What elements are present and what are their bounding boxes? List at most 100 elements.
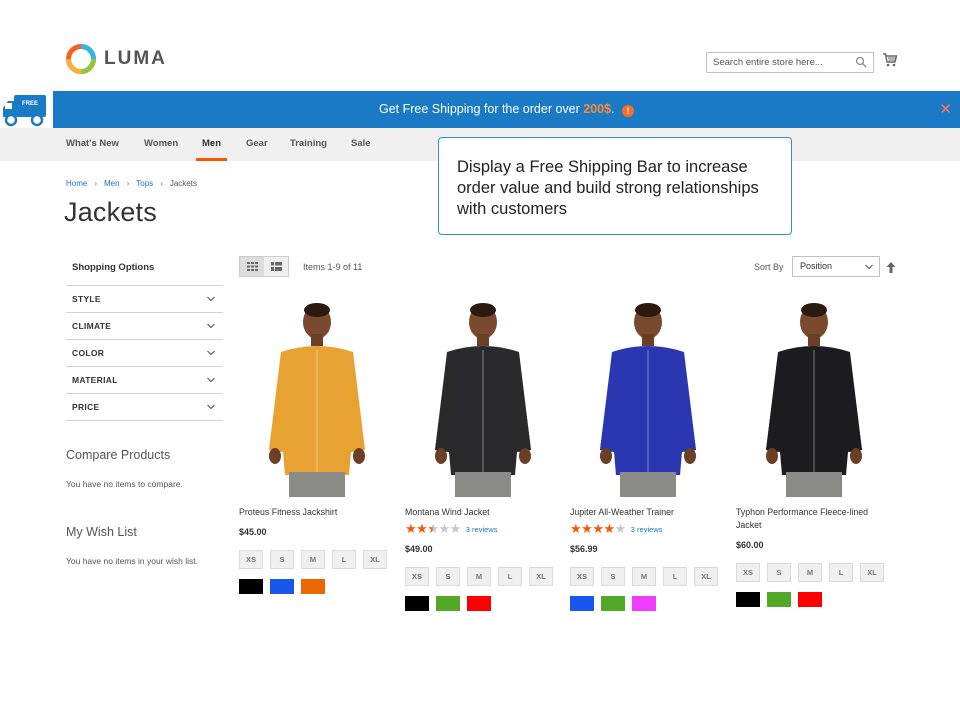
size-option[interactable]: XL: [363, 550, 387, 569]
info-icon[interactable]: !: [622, 105, 635, 117]
grid-icon: [246, 262, 258, 271]
shipping-amount: 200$: [583, 102, 612, 116]
nav-item-sale[interactable]: Sale: [351, 128, 371, 161]
product-item[interactable]: Typhon Performance Fleece-lined Jacket $…: [736, 300, 891, 607]
color-swatch[interactable]: [632, 596, 656, 611]
color-swatch[interactable]: [270, 579, 294, 594]
filter-color[interactable]: COLOR: [66, 340, 223, 367]
filter-label: COLOR: [72, 348, 105, 358]
product-item[interactable]: Jupiter All-Weather Trainer ★★★★★ 3 revie…: [570, 300, 725, 611]
star-filled-icon: ★: [592, 521, 604, 536]
product-name[interactable]: Montana Wind Jacket: [405, 506, 560, 519]
page-title: Jackets: [64, 197, 157, 227]
reviews-link[interactable]: 3 reviews: [466, 525, 498, 534]
filter-style[interactable]: STYLE: [66, 286, 223, 313]
color-options: [736, 592, 891, 607]
size-options: XS S M L XL: [570, 567, 725, 586]
color-swatch[interactable]: [767, 592, 791, 607]
size-options: XS S M L XL: [405, 567, 560, 586]
reviews-link[interactable]: 3 reviews: [631, 525, 663, 534]
search-icon[interactable]: [855, 56, 867, 68]
color-swatch[interactable]: [436, 596, 460, 611]
size-option[interactable]: M: [301, 550, 325, 569]
product-photo: [239, 300, 394, 497]
product-image[interactable]: [405, 300, 560, 497]
size-option[interactable]: L: [663, 567, 687, 586]
sort-by-select[interactable]: Position: [792, 256, 880, 277]
size-option[interactable]: XS: [239, 550, 263, 569]
size-option[interactable]: XS: [736, 563, 760, 582]
chevron-down-icon: [207, 404, 215, 410]
close-icon[interactable]: ✕: [939, 91, 952, 128]
color-swatch[interactable]: [239, 579, 263, 594]
size-option[interactable]: XL: [694, 567, 718, 586]
product-item[interactable]: Montana Wind Jacket ★★★★★ 3 reviews $49.0…: [405, 300, 560, 611]
nav-item-women[interactable]: Women: [144, 128, 178, 161]
size-option[interactable]: L: [829, 563, 853, 582]
color-swatch[interactable]: [736, 592, 760, 607]
size-option[interactable]: M: [467, 567, 491, 586]
size-option[interactable]: XL: [529, 567, 553, 586]
size-option[interactable]: S: [767, 563, 791, 582]
color-swatch[interactable]: [601, 596, 625, 611]
wishlist-empty-text: You have no items in your wish list.: [66, 556, 198, 566]
product-price: $49.00: [405, 544, 433, 554]
size-option[interactable]: M: [798, 563, 822, 582]
cart-icon[interactable]: [882, 52, 898, 68]
product-name[interactable]: Proteus Fitness Jackshirt: [239, 506, 394, 519]
product-price: $45.00: [239, 527, 267, 537]
compare-products-title: Compare Products: [66, 448, 171, 462]
size-option[interactable]: S: [270, 550, 294, 569]
color-swatch[interactable]: [405, 596, 429, 611]
filter-material[interactable]: MATERIAL: [66, 367, 223, 394]
sort-by-label: Sort By: [754, 262, 784, 272]
product-image[interactable]: [570, 300, 725, 497]
product-name[interactable]: Typhon Performance Fleece-lined Jacket: [736, 506, 891, 532]
breadcrumb-separator-icon: ›: [126, 179, 130, 188]
store-logo[interactable]: LUMA: [66, 44, 167, 74]
nav-item-men[interactable]: Men: [196, 128, 227, 161]
breadcrumb-home[interactable]: Home: [66, 179, 87, 188]
nav-item-whats-new[interactable]: What's New: [66, 128, 119, 161]
size-option[interactable]: XS: [405, 567, 429, 586]
size-option[interactable]: XL: [860, 563, 884, 582]
breadcrumb-tops[interactable]: Tops: [136, 179, 153, 188]
nav-item-gear[interactable]: Gear: [246, 128, 268, 161]
list-icon: [270, 262, 282, 271]
sort-direction-arrow-icon[interactable]: [886, 262, 896, 273]
size-option[interactable]: S: [436, 567, 460, 586]
filter-climate[interactable]: CLIMATE: [66, 313, 223, 340]
product-image[interactable]: [736, 300, 891, 497]
star-half-icon: ★: [427, 521, 439, 536]
chevron-down-icon: [207, 377, 215, 383]
filter-price[interactable]: PRICE: [66, 394, 223, 421]
size-option[interactable]: XS: [570, 567, 594, 586]
size-option[interactable]: M: [632, 567, 656, 586]
size-option[interactable]: S: [601, 567, 625, 586]
filter-label: CLIMATE: [72, 321, 112, 331]
product-item[interactable]: Proteus Fitness Jackshirt $45.00 XS S M L XL: [239, 300, 394, 594]
color-swatch[interactable]: [301, 579, 325, 594]
size-option[interactable]: L: [332, 550, 356, 569]
breadcrumb-men[interactable]: Men: [104, 179, 120, 188]
search-placeholder: Search entire store here...: [713, 57, 823, 68]
nav-item-training[interactable]: Training: [290, 128, 327, 161]
search-input[interactable]: Search entire store here...: [706, 52, 874, 73]
product-image[interactable]: [239, 300, 394, 497]
list-view-button[interactable]: [264, 257, 288, 276]
color-swatch[interactable]: [467, 596, 491, 611]
breadcrumb-separator-icon: ›: [160, 179, 163, 188]
filter-list: STYLE CLIMATE COLOR MATERIAL PRICE: [66, 285, 223, 421]
chevron-down-icon: [207, 350, 215, 356]
size-option[interactable]: L: [498, 567, 522, 586]
star-empty-icon: ★: [438, 521, 450, 536]
grid-view-button[interactable]: [240, 257, 264, 276]
color-swatch[interactable]: [570, 596, 594, 611]
shipping-message-suffix: .: [611, 102, 615, 116]
star-filled-icon: ★: [405, 521, 417, 536]
color-swatch[interactable]: [798, 592, 822, 607]
breadcrumb: Home › Men › Tops › Jackets: [66, 179, 197, 188]
truck-free-badge: FREE: [22, 101, 39, 107]
product-name[interactable]: Jupiter All-Weather Trainer: [570, 506, 725, 519]
size-options: XS S M L XL: [736, 563, 891, 582]
